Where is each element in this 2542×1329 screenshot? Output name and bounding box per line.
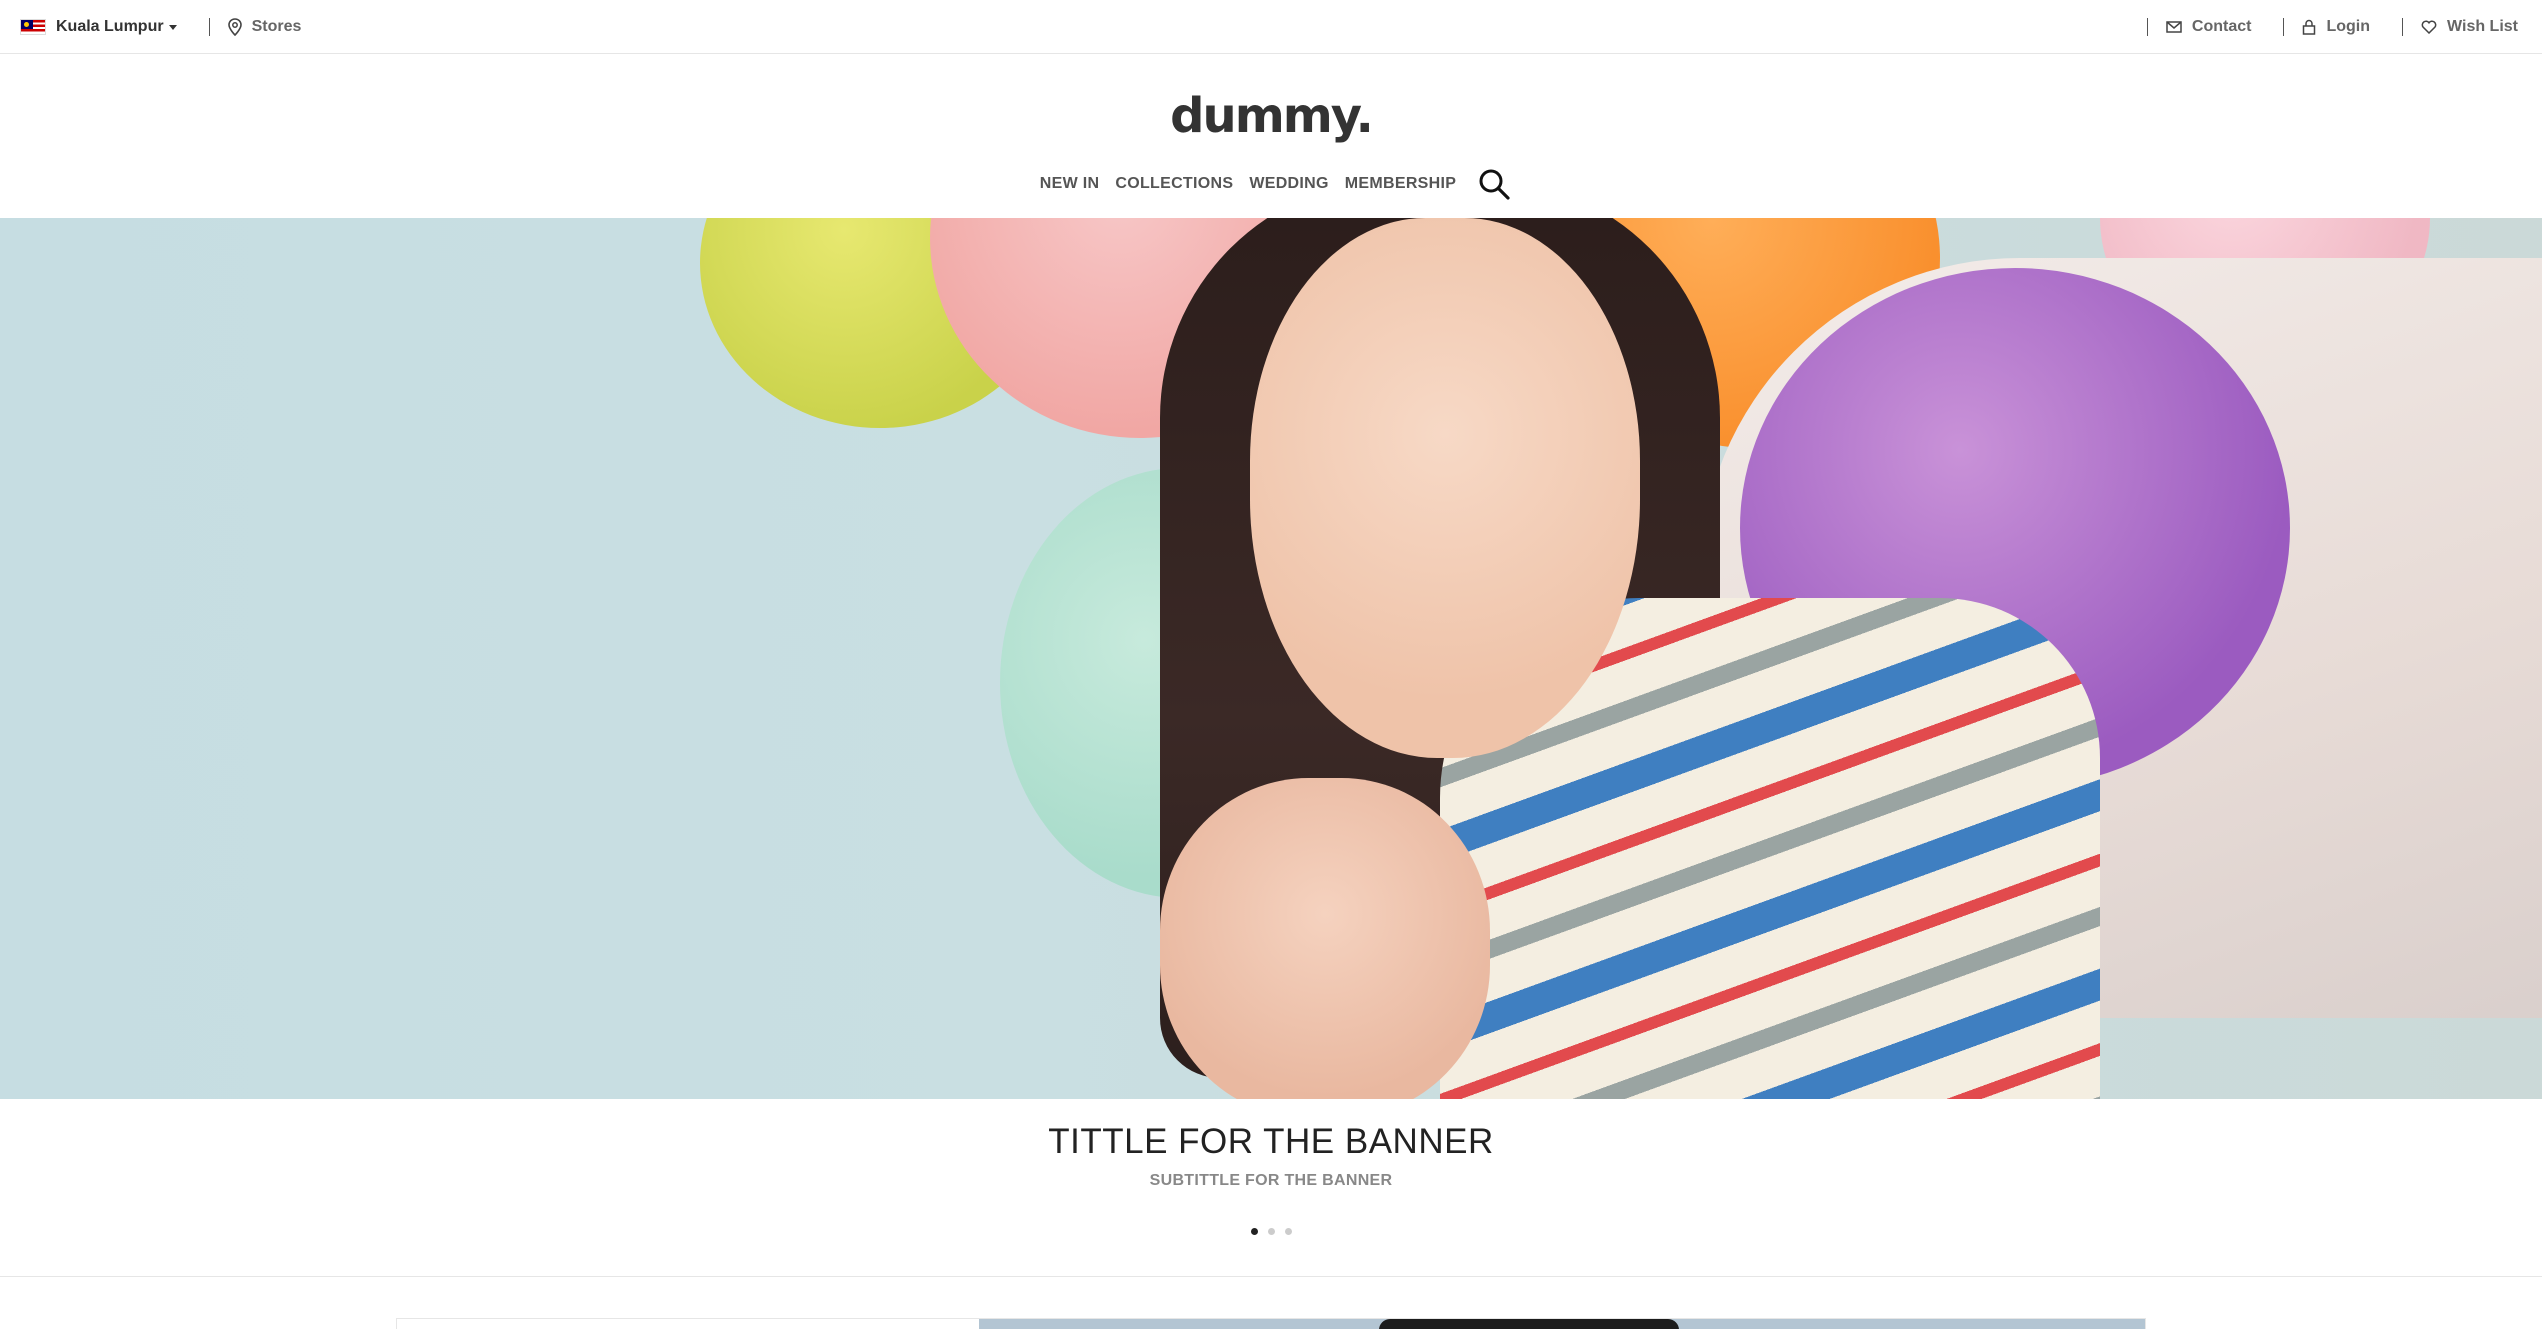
top-utility-bar: Kuala Lumpur Stores Contact Login Wish L… <box>0 0 2542 54</box>
stores-link[interactable]: Stores <box>227 18 302 36</box>
main-nav: NEW IN COLLECTIONS WEDDING MEMBERSHIP <box>0 168 2542 200</box>
model-hair-shape <box>1379 1319 1679 1329</box>
model-hands-shape <box>1160 778 1490 1099</box>
nav-item-wedding[interactable]: WEDDING <box>1249 175 1328 193</box>
hero-banner-image[interactable] <box>0 218 2542 1099</box>
divider <box>2283 18 2285 36</box>
chevron-down-icon <box>168 24 177 30</box>
carousel-dot-2[interactable] <box>1267 1228 1275 1235</box>
banner-title: TITTLE FOR THE BANNER <box>1048 1122 1494 1161</box>
login-label: Login <box>2326 18 2371 35</box>
nav-item-membership[interactable]: MEMBERSHIP <box>1345 175 1456 193</box>
lock-icon <box>2303 19 2316 35</box>
search-icon <box>1479 169 1510 200</box>
map-pin-icon <box>227 18 242 36</box>
location-selector[interactable]: Kuala Lumpur <box>56 18 177 36</box>
divider <box>2146 18 2148 36</box>
next-section-preview <box>396 1318 2146 1329</box>
divider <box>208 18 210 36</box>
banner-subtitle: SUBTITTLE FOR THE BANNER <box>1149 1172 1393 1189</box>
carousel-pagination <box>0 1228 2542 1235</box>
wishlist-label: Wish List <box>2447 18 2518 35</box>
topbar-left: Kuala Lumpur Stores <box>20 0 301 54</box>
heart-icon <box>2421 20 2437 34</box>
contact-link[interactable]: Contact <box>2166 18 2252 36</box>
section-divider <box>0 1276 2542 1277</box>
nav-item-new-in[interactable]: NEW IN <box>1040 175 1100 193</box>
nav-item-collections[interactable]: COLLECTIONS <box>1115 175 1233 193</box>
search-button[interactable] <box>1478 168 1510 200</box>
wishlist-link[interactable]: Wish List <box>2421 18 2518 36</box>
contact-label: Contact <box>2191 18 2252 35</box>
carousel-dot-1[interactable] <box>1250 1228 1258 1235</box>
malaysia-flag-icon <box>20 19 46 35</box>
topbar-right: Contact Login Wish List <box>2146 0 2518 54</box>
location-label: Kuala Lumpur <box>56 18 164 35</box>
section-image <box>979 1319 2145 1329</box>
divider <box>2402 18 2404 36</box>
site-logo[interactable]: dummy. <box>0 88 2542 144</box>
login-link[interactable]: Login <box>2302 18 2370 36</box>
carousel-dot-3[interactable] <box>1284 1228 1292 1235</box>
mail-icon <box>2166 21 2182 33</box>
stores-label: Stores <box>251 18 302 35</box>
model-face-shape <box>1250 218 1640 758</box>
